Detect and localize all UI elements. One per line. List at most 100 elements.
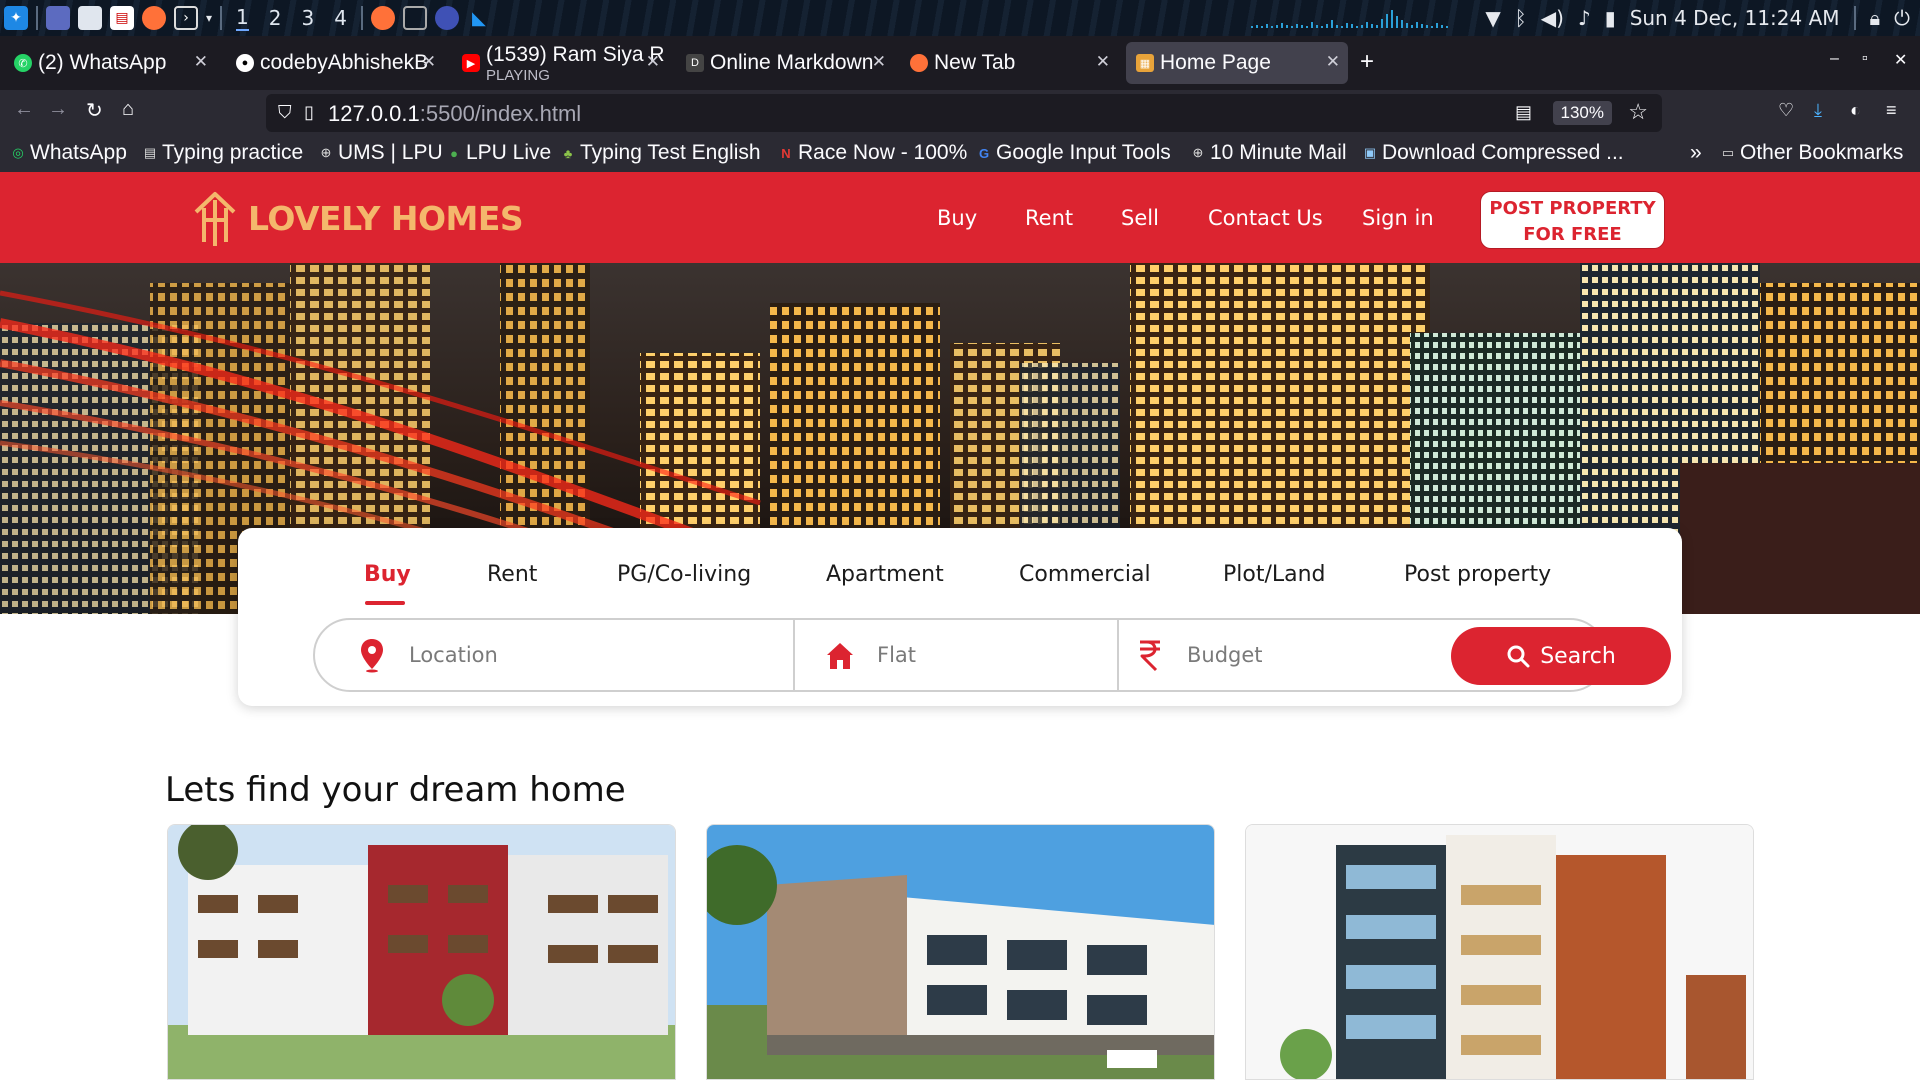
reload-icon[interactable]: ↻: [86, 98, 103, 123]
bookmark-10-minute-mail[interactable]: ⊕ 10 Minute Mail: [1190, 141, 1347, 165]
wifi-icon[interactable]: ▼: [1485, 6, 1500, 30]
notification-bell-icon[interactable]: ♪: [1578, 6, 1591, 30]
tab-home-page[interactable]: ▦ Home Page ✕: [1126, 42, 1348, 84]
tab-markdown[interactable]: D Online Markdown ✕: [676, 42, 894, 84]
minimize-icon[interactable]: –: [1830, 50, 1839, 68]
back-icon[interactable]: ←: [14, 98, 34, 121]
property-type-field[interactable]: Flat: [825, 620, 1115, 690]
close-icon[interactable]: ✕: [1096, 52, 1110, 72]
tab-youtube[interactable]: ▶ (1539) Ram Siya R PLAYING ✕: [452, 42, 668, 84]
search-tab-plot-land[interactable]: Plot/Land: [1223, 562, 1326, 587]
location-field[interactable]: Location: [357, 620, 777, 690]
network-activity-bar: [1406, 23, 1409, 28]
search-tab-pg-coliving[interactable]: PG/Co-living: [617, 562, 751, 587]
tab-github[interactable]: ● codebyAbhishekB ✕: [226, 42, 444, 84]
post-button-line-2: FOR FREE: [1523, 224, 1622, 245]
workspace-2[interactable]: 2: [269, 6, 282, 30]
nav-buy[interactable]: Buy: [937, 206, 977, 230]
taskbar-separator: [36, 6, 38, 30]
network-activity-bar: [1296, 24, 1299, 28]
forward-icon[interactable]: →: [48, 98, 68, 121]
files-icon[interactable]: [78, 6, 102, 30]
property-card[interactable]: [167, 824, 676, 1080]
battery-icon[interactable]: ▮: [1605, 6, 1616, 30]
site-logo[interactable]: LOVELY HOMES: [192, 190, 524, 246]
bookmark-typing-practice[interactable]: ▤ Typing practice: [142, 141, 303, 165]
pocket-icon[interactable]: ♡: [1778, 100, 1794, 121]
app-launcher-icon[interactable]: ✦: [4, 6, 28, 30]
post-property-button[interactable]: POST PROPERTY FOR FREE: [1481, 192, 1664, 248]
search-tab-buy[interactable]: Buy: [364, 562, 411, 587]
lock-icon[interactable]: 🔒︎: [1870, 6, 1881, 30]
chevron-down-icon[interactable]: ▾: [206, 11, 212, 25]
download-icon[interactable]: ⤓: [1814, 100, 1822, 121]
workspace-3[interactable]: 3: [302, 6, 315, 30]
network-activity-bar: [1426, 25, 1429, 28]
close-icon[interactable]: ✕: [194, 52, 208, 72]
nav-contact-us[interactable]: Contact Us: [1208, 206, 1323, 230]
bookmark-whatsapp[interactable]: ◎ WhatsApp: [10, 141, 127, 165]
firefox-window-icon[interactable]: [370, 6, 395, 30]
close-icon[interactable]: ✕: [422, 52, 436, 72]
close-icon[interactable]: ✕: [872, 52, 886, 72]
other-bookmarks[interactable]: ▭ Other Bookmarks: [1720, 141, 1904, 165]
nav-sign-in[interactable]: Sign in: [1362, 206, 1434, 230]
url-text[interactable]: 127.0.0.1:5500/index.html: [328, 101, 581, 127]
bookmark-download-compressed[interactable]: ▣ Download Compressed ...: [1362, 141, 1624, 165]
url-bar[interactable]: ⛉ ▯ 127.0.0.1:5500/index.html ▤ 130% ☆: [266, 94, 1662, 132]
property-card[interactable]: [706, 824, 1215, 1080]
bluetooth-icon[interactable]: ᛒ: [1515, 6, 1527, 30]
shield-icon[interactable]: ⛉: [278, 102, 292, 123]
bookmark-typing-test[interactable]: ♣ Typing Test English: [560, 141, 761, 165]
taskbar-separator: [220, 6, 223, 30]
section-title: Lets find your dream home: [165, 770, 626, 810]
bookmark-race-now[interactable]: N Race Now - 100%: [778, 141, 967, 165]
zoom-level[interactable]: 130%: [1552, 101, 1612, 125]
reader-view-icon[interactable]: ▤: [1515, 102, 1532, 123]
vscode-icon[interactable]: ◣: [467, 6, 491, 30]
network-activity-bar: [1336, 25, 1339, 28]
home-icon[interactable]: ⌂: [122, 98, 134, 121]
document-icon[interactable]: ▤: [110, 6, 134, 30]
tab-new-tab[interactable]: New Tab ✕: [900, 42, 1118, 84]
bookmarks-overflow-icon[interactable]: »: [1690, 141, 1702, 165]
close-icon[interactable]: ✕: [1326, 52, 1340, 72]
window-icon[interactable]: [402, 6, 427, 30]
close-icon[interactable]: ✕: [646, 52, 660, 72]
budget-field[interactable]: Budget: [1135, 620, 1435, 690]
workspace-4[interactable]: 4: [334, 6, 347, 30]
close-window-icon[interactable]: ✕: [1894, 50, 1907, 70]
clock[interactable]: Sun 4 Dec, 11:24 AM: [1630, 6, 1840, 30]
network-activity-bar: [1331, 20, 1334, 28]
desktop-icon[interactable]: [46, 6, 70, 30]
property-card[interactable]: [1245, 824, 1754, 1080]
volume-icon[interactable]: ◀): [1541, 6, 1564, 30]
page-info-icon[interactable]: ▯: [304, 102, 314, 123]
search-tab-rent[interactable]: Rent: [487, 562, 537, 587]
network-activity-bar: [1416, 22, 1419, 28]
bookmark-google-input-tools[interactable]: G Google Input Tools: [976, 141, 1171, 165]
search-tab-apartment[interactable]: Apartment: [826, 562, 944, 587]
firefox-icon[interactable]: [142, 6, 166, 30]
search-button[interactable]: Search: [1451, 627, 1671, 685]
search-tab-post-property[interactable]: Post property: [1404, 562, 1551, 587]
nav-rent[interactable]: Rent: [1025, 206, 1073, 230]
terminal-icon[interactable]: ›: [174, 6, 198, 30]
network-activity-bar: [1271, 26, 1274, 28]
workspace-1[interactable]: 1: [236, 5, 249, 31]
tab-whatsapp[interactable]: ✆ (2) WhatsApp ✕: [4, 42, 216, 84]
menu-icon[interactable]: ≡: [1886, 100, 1897, 121]
bookmark-lpu-live[interactable]: ● LPU Live: [446, 141, 551, 165]
whatsapp-icon: ◎: [12, 145, 24, 160]
new-tab-plus-icon[interactable]: +: [1360, 48, 1374, 76]
restore-icon[interactable]: ▫: [1862, 50, 1868, 68]
search-bar: Location Flat Budget Search: [313, 618, 1671, 692]
bookmark-star-icon[interactable]: ☆: [1628, 99, 1648, 125]
bookmark-ums-lpu[interactable]: ⊕ UMS | LPU: [318, 141, 443, 165]
account-icon[interactable]: ◐: [1850, 100, 1861, 121]
power-icon[interactable]: ⏻: [1894, 6, 1910, 30]
search-tab-commercial[interactable]: Commercial: [1019, 562, 1151, 587]
nav-sell[interactable]: Sell: [1121, 206, 1159, 230]
network-activity-bar: [1376, 25, 1379, 28]
chat-app-icon[interactable]: [434, 6, 459, 30]
